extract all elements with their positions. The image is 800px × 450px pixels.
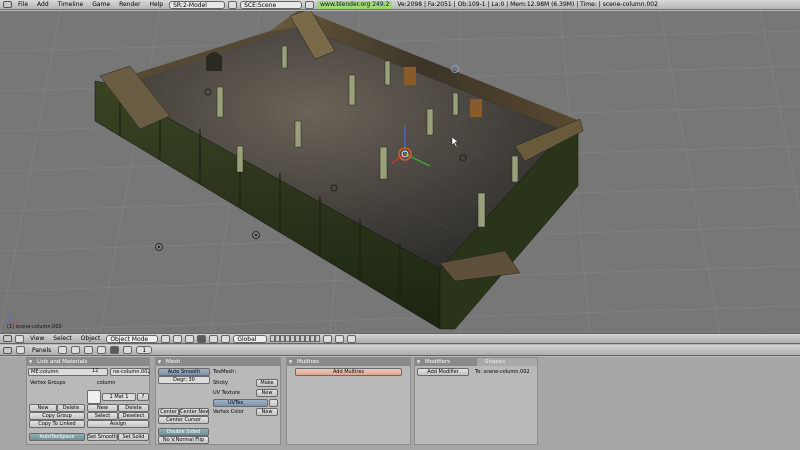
autotexspace-button[interactable]: AutoTexSpace xyxy=(29,433,85,441)
3d-viewport[interactable]: (1) scene-column.002 xyxy=(0,11,800,333)
material-delete-button[interactable]: Delete xyxy=(118,404,149,412)
back-arch xyxy=(206,52,222,71)
panel-multires: Multires Add Multires xyxy=(286,357,411,445)
sticky-make-button[interactable]: Make xyxy=(256,379,278,387)
manipulator-translate-icon[interactable] xyxy=(197,334,207,343)
scene-selector[interactable]: SCE:Scene xyxy=(240,0,303,9)
scene-tab-icon[interactable] xyxy=(123,346,133,354)
back-door xyxy=(404,67,416,85)
center-button[interactable]: Center xyxy=(158,408,179,416)
version-label[interactable]: www.blender.org 249.2 xyxy=(317,0,393,9)
scene-stats: Ve:2098 | Fa:2051 | Ob:109-1 | La:0 | Me… xyxy=(397,1,658,8)
tab-modifiers[interactable]: Modifiers xyxy=(415,358,477,366)
render-icon[interactable] xyxy=(335,334,345,343)
material-new-button[interactable]: New xyxy=(87,404,118,412)
editor-type-icon[interactable] xyxy=(3,335,12,342)
scene-close-icon[interactable] xyxy=(305,0,315,9)
copy-to-linked-button[interactable]: Copy To Linked xyxy=(29,420,85,428)
no-vnormal-flip-toggle[interactable]: No V.Normal Flip xyxy=(158,436,209,444)
smooth-degree-field[interactable]: Degr: 30 xyxy=(158,376,210,384)
scene-render xyxy=(0,11,800,333)
vgroup-new-button[interactable]: New xyxy=(29,404,57,412)
uvtex-remove-icon[interactable] xyxy=(269,399,278,407)
window-type-icon[interactable] xyxy=(3,1,12,8)
panel-title-multires[interactable]: Multires xyxy=(287,358,410,366)
pivot-icon[interactable] xyxy=(173,334,183,343)
active-object-label: (1) scene-column.002 xyxy=(7,324,62,330)
material-name-label: column xyxy=(97,380,116,386)
panel-modifiers: Modifiers Shapes Add Modifier To: scene-… xyxy=(414,357,538,445)
material-index-field[interactable]: 1 Mat 1 xyxy=(102,393,136,401)
panel-link-materials: Link and Materials ME:column 12 ne-colum… xyxy=(26,357,150,445)
manipulator-scale-icon[interactable] xyxy=(221,334,231,343)
menu-help[interactable]: Help xyxy=(146,1,166,8)
draw-type-icon[interactable] xyxy=(161,334,171,343)
set-solid-button[interactable]: Set Solid xyxy=(118,433,149,441)
tab-shapes[interactable]: Shapes xyxy=(477,358,537,366)
object-name-field[interactable]: ne-column.002 xyxy=(110,368,150,376)
set-smooth-button[interactable]: Set Smooth xyxy=(87,433,118,441)
axis-widget xyxy=(9,315,18,324)
info-header: File Add Timeline Game Render Help SR:2-… xyxy=(0,0,800,10)
logic-tab-icon[interactable] xyxy=(58,346,68,354)
buttons-collapse-icon[interactable] xyxy=(16,346,25,354)
camera-icon[interactable] xyxy=(347,334,357,343)
uv-texture-new-button[interactable]: New xyxy=(256,389,278,397)
uvtex-layer[interactable]: UVTex xyxy=(213,399,268,407)
vertex-groups-label: Vertex Groups xyxy=(30,380,66,386)
copy-group-button[interactable]: Copy Group xyxy=(29,412,85,420)
lock-icon[interactable] xyxy=(323,334,333,343)
snap-icon[interactable] xyxy=(185,334,195,343)
material-deselect-button[interactable]: Deselect xyxy=(118,412,149,420)
menu-game[interactable]: Game xyxy=(89,1,113,8)
mesh-users-count: 12 xyxy=(92,368,99,374)
panel-title-mesh[interactable]: Mesh xyxy=(156,358,280,366)
menu-select[interactable]: Select xyxy=(50,335,75,342)
object-tab-icon[interactable] xyxy=(97,346,107,354)
manipulator-rotate-icon[interactable] xyxy=(209,334,219,343)
3d-view-header: View Select Object Object Mode Global xyxy=(0,333,800,344)
frame-field[interactable]: 1 xyxy=(136,346,153,354)
sticky-label: Sticky xyxy=(213,380,228,386)
center-new-button[interactable]: Center New xyxy=(179,408,209,416)
panels-menu[interactable]: Panels xyxy=(29,347,54,354)
buttons-editor-icon[interactable] xyxy=(3,346,12,354)
menu-file[interactable]: File xyxy=(15,1,31,8)
double-sided-toggle[interactable]: Double Sided xyxy=(158,428,209,436)
screen-close-icon[interactable] xyxy=(228,0,238,9)
material-select-button[interactable]: Select xyxy=(87,412,118,420)
add-modifier-button[interactable]: Add Modifier xyxy=(417,368,469,376)
menu-object[interactable]: Object xyxy=(78,335,104,342)
panel-title-link-materials[interactable]: Link and Materials xyxy=(27,358,149,366)
modifier-target-label: To: scene-column.002 xyxy=(475,369,530,375)
vertex-color-label: Vertex Color xyxy=(213,409,244,415)
material-assign-button[interactable]: Assign xyxy=(87,420,149,428)
mode-selector[interactable]: Object Mode xyxy=(106,334,159,343)
layer-buttons[interactable] xyxy=(270,335,321,342)
screen-selector[interactable]: SR:2-Model xyxy=(169,0,226,9)
texmesh-label: TexMesh: xyxy=(213,369,237,375)
menu-view[interactable]: View xyxy=(27,335,47,342)
center-cursor-button[interactable]: Center Cursor xyxy=(158,416,209,424)
header-collapse-icon[interactable] xyxy=(15,334,24,343)
menu-add[interactable]: Add xyxy=(34,1,52,8)
material-preview xyxy=(87,390,101,404)
auto-smooth-toggle[interactable]: Auto Smooth xyxy=(158,368,210,376)
menu-render[interactable]: Render xyxy=(116,1,143,8)
shading-tab-icon[interactable] xyxy=(84,346,94,354)
add-multires-button[interactable]: Add Multires xyxy=(295,368,402,376)
script-tab-icon[interactable] xyxy=(71,346,81,354)
editing-panels: Link and Materials ME:column 12 ne-colum… xyxy=(0,357,800,450)
vgroup-delete-button[interactable]: Delete xyxy=(57,404,85,412)
panel-mesh: Mesh Auto Smooth Degr: 30 TexMesh: Stick… xyxy=(155,357,281,445)
material-help-button[interactable]: ? xyxy=(137,393,149,401)
uv-texture-label: UV Texture xyxy=(213,390,240,396)
editing-tab-icon[interactable] xyxy=(110,346,120,354)
menu-timeline[interactable]: Timeline xyxy=(55,1,87,8)
vertex-color-new-button[interactable]: New xyxy=(256,408,278,416)
buttons-window-header: Panels 1 xyxy=(0,345,800,356)
orientation-selector[interactable]: Global xyxy=(233,334,268,343)
